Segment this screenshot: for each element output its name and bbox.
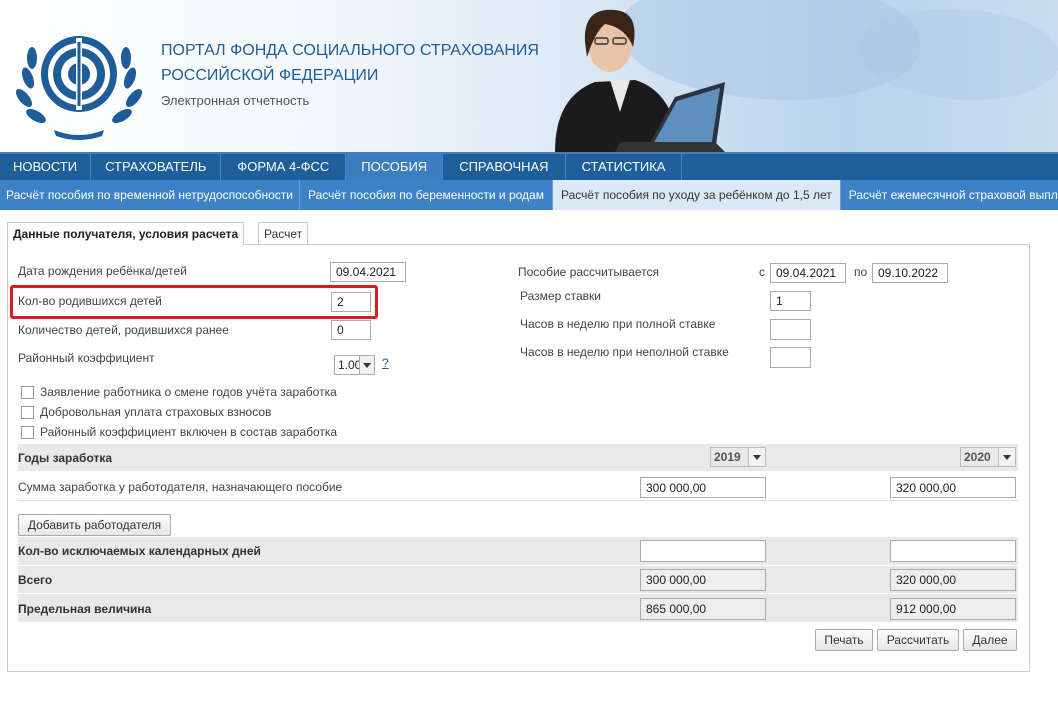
limit-year2-value: 912 000,00 (890, 598, 1016, 620)
map-background-east (860, 10, 1058, 100)
tab-recipient-data[interactable]: Данные получателя, условия расчета (7, 222, 245, 246)
rate-label: Размер ставки (520, 289, 601, 303)
excluded-year2-input[interactable] (890, 540, 1016, 562)
calculate-button[interactable]: Рассчитать (877, 629, 959, 651)
checkbox-change-years[interactable] (21, 386, 34, 399)
full-hours-input[interactable] (770, 319, 811, 340)
subnav-item-sick-leave[interactable]: Расчёт пособия по временной нетрудоспосо… (0, 180, 300, 210)
divider (18, 500, 1018, 501)
sub-nav: Расчёт пособия по временной нетрудоспосо… (0, 180, 1058, 210)
year1-select[interactable]: 2019 (710, 447, 766, 467)
regional-coef-value: 1.00 (338, 358, 362, 372)
nav-item-news[interactable]: НОВОСТИ (0, 154, 92, 180)
part-hours-label: Часов в неделю при неполной ставке (520, 345, 729, 359)
next-button[interactable]: Далее (963, 629, 1017, 651)
from-date-input[interactable] (770, 263, 846, 283)
subnav-item-monthly-payment[interactable]: Расчёт ежемесячной страховой выплаты (841, 180, 1058, 210)
print-button[interactable]: Печать (815, 629, 873, 651)
regional-coef-select[interactable]: 1.00 (334, 355, 375, 375)
total-year2-value: 320 000,00 (890, 569, 1016, 591)
excluded-days-label: Кол-во исключаемых календарных дней (18, 544, 261, 558)
nav-item-form-4fss[interactable]: ФОРМА 4-ФСС (221, 154, 347, 180)
total-label: Всего (18, 573, 53, 587)
total-row (18, 566, 1018, 593)
year2-select[interactable]: 2020 (960, 447, 1016, 467)
subnav-item-child-care[interactable]: Расчёт пособия по уходу за ребёнком до 1… (552, 180, 841, 210)
nav-item-benefits[interactable]: ПОСОБИЯ (346, 154, 444, 180)
checkbox-regional-included-label: Районный коэффициент включен в состав за… (40, 425, 338, 439)
nav-item-insurer[interactable]: СТРАХОВАТЕЛЬ (91, 154, 222, 180)
fss-logo (15, 36, 143, 140)
children-before-label: Количество детей, родившихся ранее (18, 323, 229, 337)
regional-coef-label: Районный коэффициент (18, 351, 155, 365)
full-hours-label: Часов в неделю при полной ставке (520, 317, 716, 331)
portal-subtitle: Электронная отчетность (161, 93, 310, 108)
excluded-year1-input[interactable] (640, 540, 766, 562)
year2-value: 2020 (964, 450, 991, 464)
years-label: Годы заработка (18, 451, 113, 465)
part-hours-input[interactable] (770, 347, 811, 368)
checkbox-change-years-label: Заявление работника о смене годов учёта … (40, 385, 337, 399)
limit-row (18, 594, 1018, 622)
to-date-input[interactable] (872, 263, 948, 283)
main-nav: НОВОСТИ СТРАХОВАТЕЛЬ ФОРМА 4-ФСС ПОСОБИЯ… (0, 152, 1058, 180)
to-label: по (854, 265, 868, 279)
portal-title: ПОРТАЛ ФОНДА СОЦИАЛЬНОГО СТРАХОВАНИЯ РОС… (161, 42, 539, 84)
nav-item-reference[interactable]: СПРАВОЧНАЯ (443, 154, 566, 180)
from-label: с (759, 265, 765, 279)
checkbox-regional-included[interactable] (21, 426, 34, 439)
rate-input[interactable] (770, 291, 811, 311)
sum-year2-input[interactable] (890, 477, 1016, 498)
checkbox-voluntary-payment[interactable] (21, 406, 34, 419)
sum-label: Сумма заработка у работодателя, назначаю… (18, 480, 343, 494)
help-link[interactable]: ? (382, 356, 389, 370)
highlight-box (10, 285, 378, 319)
add-employer-button[interactable]: Добавить работодателя (18, 514, 171, 536)
limit-year1-value: 865 000,00 (640, 598, 766, 620)
sum-year1-input[interactable] (640, 477, 766, 498)
children-before-input[interactable] (331, 320, 371, 340)
years-header-row (18, 444, 1018, 471)
tab-calculation[interactable]: Расчет (258, 222, 309, 245)
birth-date-label: Дата рождения ребёнка/детей (18, 264, 187, 278)
year1-value: 2019 (714, 450, 741, 464)
chevron-down-icon (359, 356, 374, 374)
total-year1-value: 300 000,00 (640, 569, 766, 591)
limit-label: Предельная величина (18, 602, 152, 616)
chevron-down-icon (998, 448, 1015, 466)
calc-period-label: Пособие рассчитывается (518, 265, 660, 279)
chevron-down-icon (748, 448, 765, 466)
checkbox-voluntary-payment-label: Добровольная уплата страховых взносов (40, 405, 272, 419)
header-banner: ПОРТАЛ ФОНДА СОЦИАЛЬНОГО СТРАХОВАНИЯ РОС… (0, 0, 1058, 152)
subnav-item-maternity[interactable]: Расчёт пособия по беременности и родам (300, 180, 553, 210)
nav-item-statistics[interactable]: СТАТИСТИКА (566, 154, 683, 180)
woman-with-laptop-image (555, 9, 725, 152)
birth-date-input[interactable] (330, 262, 406, 282)
